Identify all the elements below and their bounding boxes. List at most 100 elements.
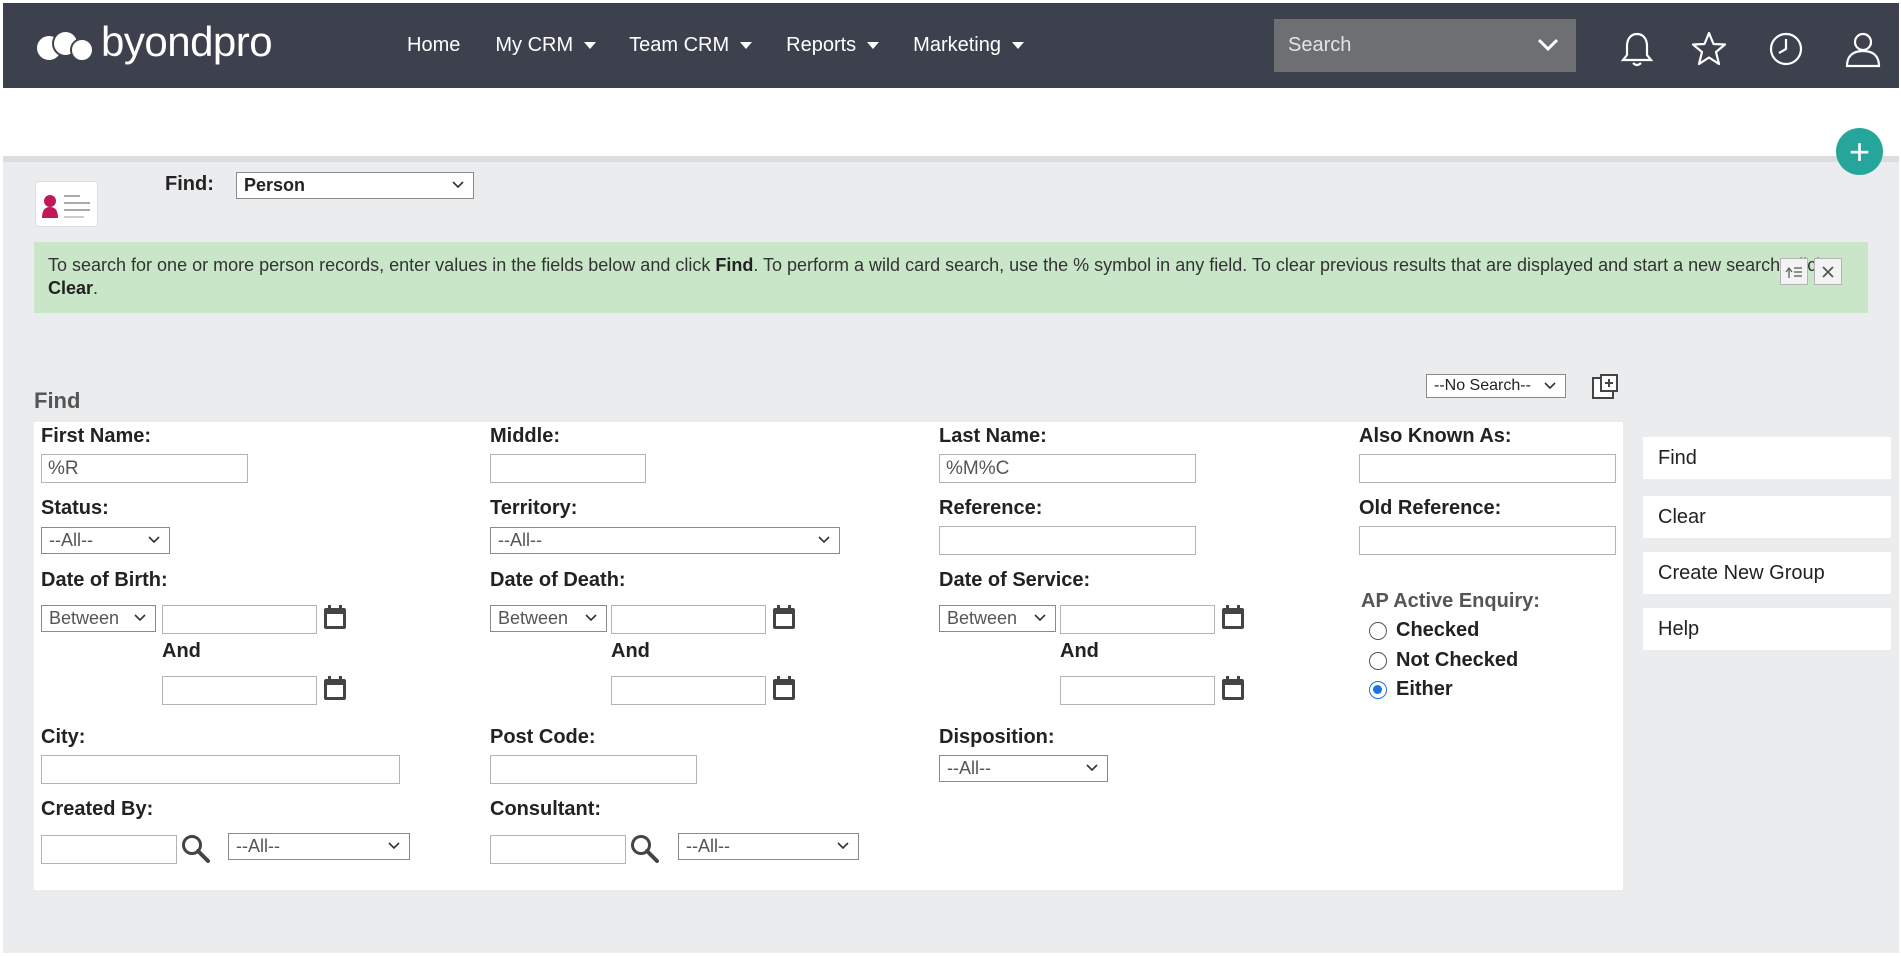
chevron-down-icon — [1034, 614, 1046, 622]
nav-item-label: Home — [407, 34, 461, 56]
status-select[interactable]: --All-- — [41, 527, 170, 554]
dos-operator-select[interactable]: Between — [939, 605, 1056, 632]
entity-select-value: Person — [244, 175, 306, 195]
nav-item-my-crm[interactable]: My CRM — [495, 34, 597, 57]
calendar-icon[interactable] — [771, 603, 797, 631]
help-button[interactable]: Help — [1643, 608, 1891, 650]
global-search — [1274, 19, 1576, 72]
find-button-label: Find — [1658, 446, 1697, 469]
chevron-down-icon — [388, 842, 400, 850]
clear-button[interactable]: Clear — [1643, 496, 1891, 538]
disposition-select-value: --All-- — [947, 758, 991, 778]
created-by-filter-select[interactable]: --All-- — [228, 833, 410, 860]
dob-to-input[interactable] — [162, 676, 317, 705]
dod-operator-select[interactable]: Between — [490, 605, 607, 632]
dob-operator-select[interactable]: Between — [41, 605, 156, 632]
search-icon[interactable] — [180, 833, 212, 865]
last-name-input[interactable] — [939, 454, 1196, 483]
brand-logo[interactable]: byondpro — [37, 21, 273, 63]
create-new-group-button[interactable]: Create New Group — [1643, 552, 1891, 594]
chevron-down-icon[interactable] — [1536, 33, 1560, 57]
old-reference-input[interactable] — [1359, 526, 1616, 555]
date-of-death-label: Date of Death: — [490, 569, 626, 591]
close-info-button[interactable] — [1814, 258, 1842, 285]
calendar-icon[interactable] — [1220, 674, 1246, 702]
bell-icon[interactable] — [1617, 29, 1657, 69]
plus-icon: + — [1848, 130, 1871, 172]
disposition-select[interactable]: --All-- — [939, 755, 1108, 782]
radio-option-either[interactable]: Either — [1369, 678, 1453, 701]
saved-search-value: --No Search-- — [1434, 377, 1531, 394]
radio-option-checked[interactable]: Checked — [1369, 619, 1479, 642]
logo-text: byondpro — [101, 18, 273, 65]
entity-select[interactable]: Person — [236, 172, 474, 199]
territory-select[interactable]: --All-- — [490, 527, 840, 554]
consultant-label: Consultant: — [490, 798, 602, 820]
chevron-down-icon — [134, 614, 146, 622]
city-input[interactable] — [41, 755, 400, 784]
clear-button-label: Clear — [1658, 505, 1706, 528]
chevron-down-icon — [837, 842, 849, 850]
dos-to-input[interactable] — [1060, 676, 1215, 705]
info-text-bold: Clear — [48, 278, 94, 298]
collapse-info-button[interactable] — [1780, 258, 1808, 285]
created-by-input[interactable] — [41, 835, 177, 864]
nav-item-team-crm[interactable]: Team CRM — [629, 34, 753, 57]
consultant-input[interactable] — [490, 835, 626, 864]
user-icon[interactable] — [1843, 29, 1883, 69]
dod-from-input[interactable] — [611, 605, 766, 634]
divider — [3, 156, 1899, 162]
radio-option-not-checked[interactable]: Not Checked — [1369, 649, 1518, 672]
global-search-input[interactable] — [1274, 19, 1524, 72]
dos-from-input[interactable] — [1060, 605, 1215, 634]
calendar-icon[interactable] — [771, 674, 797, 702]
nav-item-marketing[interactable]: Marketing — [913, 34, 1024, 57]
save-search-icon[interactable] — [1590, 372, 1620, 402]
info-text: . To perform a wild card search, use the… — [753, 255, 1826, 275]
calendar-icon[interactable] — [322, 603, 348, 631]
find-button[interactable]: Find — [1643, 437, 1891, 479]
middle-name-input[interactable] — [490, 454, 646, 483]
dob-and-label: And — [162, 640, 201, 662]
first-name-input[interactable] — [41, 454, 248, 483]
radio-label: Not Checked — [1396, 649, 1519, 671]
reference-input[interactable] — [939, 526, 1196, 555]
caret-down-icon — [584, 42, 597, 49]
caret-down-icon — [740, 42, 753, 49]
territory-select-value: --All-- — [498, 530, 542, 550]
dod-to-input[interactable] — [611, 676, 766, 705]
nav-item-home[interactable]: Home — [407, 34, 460, 57]
consultant-filter-select[interactable]: --All-- — [678, 833, 859, 860]
chevron-down-icon — [452, 181, 464, 189]
search-icon[interactable] — [629, 833, 661, 865]
calendar-icon[interactable] — [1220, 603, 1246, 631]
ap-active-enquiry-label: AP Active Enquiry: — [1361, 590, 1540, 612]
also-known-as-input[interactable] — [1359, 454, 1616, 483]
info-text-bold: Find — [715, 255, 754, 275]
status-select-value: --All-- — [49, 530, 93, 550]
chevron-down-icon — [1544, 382, 1556, 390]
person-entity-icon — [35, 181, 98, 227]
first-name-label: First Name: — [41, 425, 152, 447]
radio-button-selected[interactable] — [1369, 680, 1387, 699]
post-code-input[interactable] — [490, 755, 697, 784]
radio-button[interactable] — [1369, 621, 1387, 640]
calendar-icon[interactable] — [322, 674, 348, 702]
clock-icon[interactable] — [1766, 29, 1806, 69]
add-new-button[interactable]: + — [1836, 128, 1883, 175]
main-menu: Home My CRM Team CRM Reports Marketing — [407, 3, 1024, 88]
consultant-filter-value: --All-- — [686, 836, 730, 856]
caret-down-icon — [1011, 42, 1024, 49]
territory-label: Territory: — [490, 497, 578, 519]
chevron-down-icon — [585, 614, 597, 622]
radio-button[interactable] — [1369, 651, 1387, 670]
info-text: To search for one or more person records… — [48, 255, 716, 275]
info-text: . — [93, 278, 99, 298]
middle-name-label: Middle: — [490, 425, 560, 447]
star-icon[interactable] — [1689, 29, 1729, 69]
saved-search-select[interactable]: --No Search-- — [1426, 374, 1566, 398]
dob-from-input[interactable] — [162, 605, 317, 634]
dod-and-label: And — [611, 640, 650, 662]
radio-label: Either — [1396, 678, 1453, 700]
nav-item-reports[interactable]: Reports — [786, 34, 880, 57]
